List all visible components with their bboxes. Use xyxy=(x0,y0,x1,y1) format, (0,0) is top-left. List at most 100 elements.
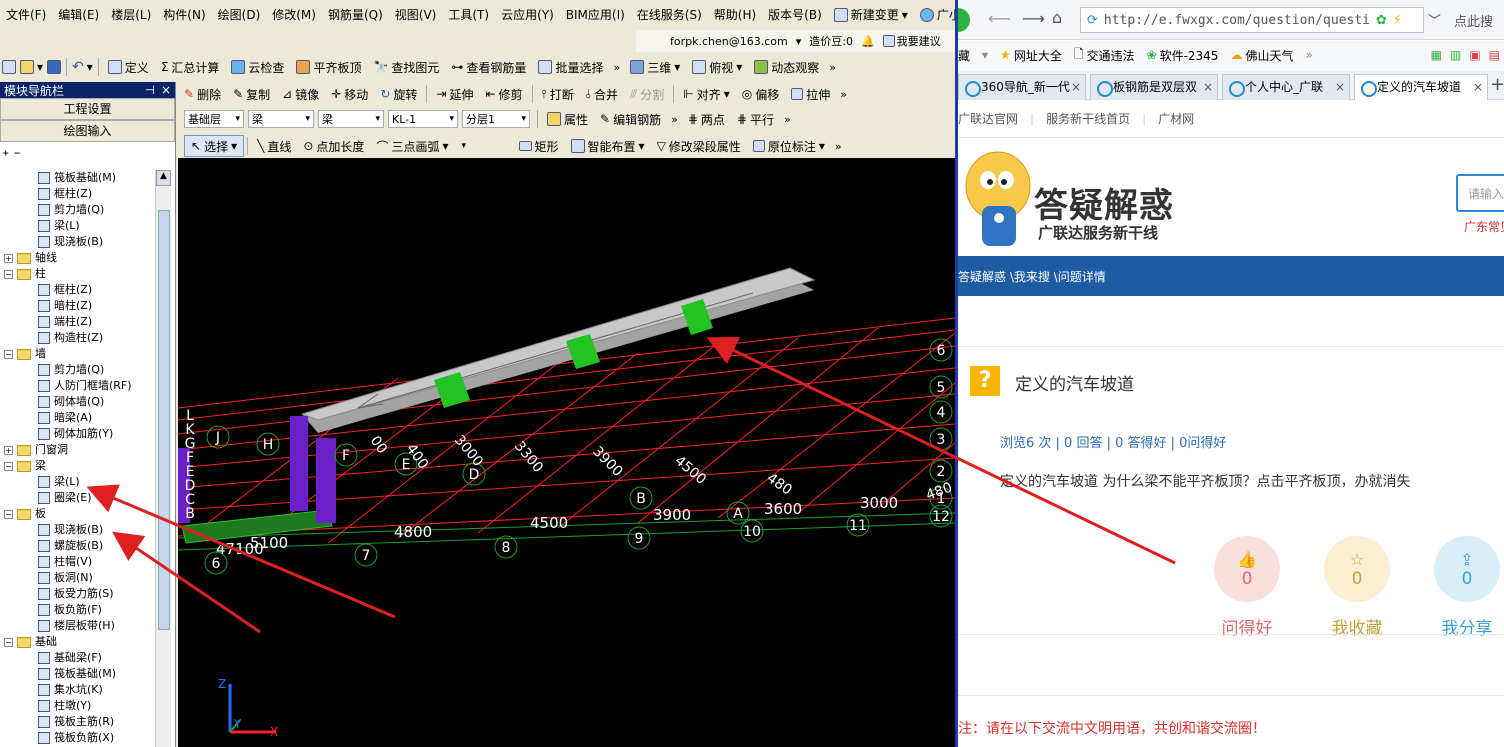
parallel-button[interactable]: ⋕ 平行 xyxy=(731,108,780,130)
in-situ-annotation-button[interactable]: 原位标注 ▾ xyxy=(747,135,831,157)
tree-item[interactable]: 基础梁(F) xyxy=(0,650,155,666)
search-shortcut[interactable]: 点此搜 xyxy=(1454,11,1493,30)
collapse-all-icon[interactable]: ⁻ xyxy=(13,148,20,164)
tab-personal-center[interactable]: 个人中心_广联 × xyxy=(1222,74,1350,100)
tree-item[interactable]: 板负筋(F) xyxy=(0,602,155,618)
open-file-button[interactable]: ▾ xyxy=(18,56,45,78)
floor-select[interactable]: 基础层 xyxy=(184,110,244,128)
breadcrumb[interactable]: 答疑解惑 \我来搜 \问题详情 xyxy=(958,268,1106,285)
menu-rebar[interactable]: 钢筋量(Q) xyxy=(322,5,389,25)
tree-item[interactable]: 板受力筋(S) xyxy=(0,586,155,602)
tab-current-question[interactable]: 定义的汽车坡道 × xyxy=(1354,74,1488,100)
tree-item[interactable]: 现浇板(B) xyxy=(0,522,155,538)
menu-member[interactable]: 构件(N) xyxy=(157,5,211,25)
account-email[interactable]: forpk.chen@163.com xyxy=(670,35,788,48)
share-button[interactable]: ⇪ 0 我分享 xyxy=(1434,536,1500,639)
url-refresh-icon[interactable]: ⟳ xyxy=(1087,13,1098,28)
new-tab-icon[interactable]: + xyxy=(1490,74,1504,95)
collapse-icon[interactable]: − xyxy=(4,637,13,647)
tree-item[interactable]: 框柱(Z) xyxy=(0,282,155,298)
batch-select-button[interactable]: 批量选择 xyxy=(532,56,609,78)
toolbar-overflow-chevron[interactable]: » xyxy=(836,88,851,101)
tree-item[interactable]: 梁(L) xyxy=(0,474,155,490)
toolbar-overflow-chevron[interactable]: » xyxy=(609,61,624,74)
tree-item[interactable]: 构造柱(Z) xyxy=(0,330,155,346)
category-select[interactable]: 梁 xyxy=(248,110,314,128)
site-search-input[interactable]: 请输入关 xyxy=(1456,174,1504,212)
tv-icon[interactable]: ▣ xyxy=(1469,48,1480,62)
adblock-icon[interactable]: ▤ xyxy=(1489,48,1500,62)
tree-folder[interactable]: + 轴线 xyxy=(0,250,155,266)
smart-layout-button[interactable]: 智能布置 ▾ xyxy=(565,135,651,157)
toolbar-overflow-chevron[interactable]: » xyxy=(667,113,682,126)
tree-item[interactable]: 梁(L) xyxy=(0,218,155,234)
menu-guangxiaoer[interactable]: 广小二 xyxy=(914,5,955,25)
properties-button[interactable]: 属性 xyxy=(541,108,594,130)
tree-item[interactable]: 框柱(Z) xyxy=(0,186,155,202)
summary-calc-button[interactable]: Σ 汇总计算 xyxy=(155,56,226,78)
tree-item[interactable]: 柱墩(Y) xyxy=(0,698,155,714)
favorite-button[interactable]: ☆ 0 我收藏 xyxy=(1324,536,1390,639)
dropdown-arrow-icon[interactable]: ▾ xyxy=(796,35,802,48)
url-dropdown-icon[interactable]: ﹀ xyxy=(1428,10,1441,29)
new-file-button[interactable] xyxy=(0,56,18,78)
suggest-link[interactable]: 我要建议 xyxy=(882,33,941,49)
tree-item[interactable]: 暗柱(Z) xyxy=(0,298,155,314)
point-length-button[interactable]: ⊙ 点加长度 xyxy=(297,135,370,157)
scroll-up-icon[interactable]: ▲ xyxy=(156,170,171,186)
collapse-icon[interactable]: − xyxy=(4,509,13,519)
dynamic-observe-button[interactable]: 动态观察 xyxy=(748,56,825,78)
bell-icon[interactable]: 🔔 xyxy=(861,35,875,48)
tree-item[interactable]: 筏板基础(M) xyxy=(0,170,155,186)
menu-help[interactable]: 帮助(H) xyxy=(708,5,762,25)
menu-version[interactable]: 版本号(B) xyxy=(762,5,828,25)
bookmark-weather[interactable]: ☁ 佛山天气 xyxy=(1230,47,1293,64)
bookmark-software[interactable]: ❀ 软件-2345 xyxy=(1147,47,1219,64)
break-button[interactable]: ⫯ 打断 xyxy=(536,83,580,105)
close-icon[interactable]: × xyxy=(161,83,171,97)
tree-item[interactable]: 端柱(Z) xyxy=(0,314,155,330)
align-button[interactable]: ⊩ 对齐 ▾ xyxy=(677,83,736,105)
dropdown-arrow-icon[interactable]: ▾ xyxy=(982,48,988,62)
tree-folder[interactable]: − 基础 xyxy=(0,634,155,650)
home-icon[interactable]: ⌂ xyxy=(1052,8,1062,27)
line-button[interactable]: ╲ 直线 xyxy=(251,135,297,157)
toolbar-overflow-chevron[interactable]: » xyxy=(780,113,795,126)
security-icon[interactable]: ✿ xyxy=(1376,13,1387,28)
scroll-thumb[interactable] xyxy=(158,210,170,630)
layer-select[interactable]: 分层1 xyxy=(462,110,530,128)
flush-slab-top-button[interactable]: 平齐板顶 xyxy=(290,56,367,78)
tree-folder[interactable]: − 墙 xyxy=(0,346,155,362)
tree-item[interactable]: 筏板主筋(R) xyxy=(0,714,155,730)
tree-item[interactable]: 暗梁(A) xyxy=(0,410,155,426)
menu-bim[interactable]: BIM应用(I) xyxy=(560,5,631,25)
back-icon[interactable]: ⟵ xyxy=(988,9,1011,28)
rectangle-button[interactable]: 矩形 xyxy=(513,135,565,157)
menu-view[interactable]: 视图(V) xyxy=(389,5,443,25)
mirror-button[interactable]: ⊿ 镜像 xyxy=(276,83,325,105)
tree-item[interactable]: 楼层板带(H) xyxy=(0,618,155,634)
tree-item[interactable]: 集水坑(K) xyxy=(0,682,155,698)
tree-item[interactable]: 剪力墙(Q) xyxy=(0,362,155,378)
menu-draw[interactable]: 绘图(D) xyxy=(212,5,267,25)
view-rebar-button[interactable]: ⊶ 查看钢筋量 xyxy=(445,56,532,78)
menu-file[interactable]: 文件(F) xyxy=(0,5,52,25)
collapse-icon[interactable]: − xyxy=(4,461,13,471)
tab-close-icon[interactable]: × xyxy=(1203,75,1213,99)
tree-item[interactable]: 砌体墙(Q) xyxy=(0,394,155,410)
expand-all-icon[interactable]: ⁺ xyxy=(2,148,9,164)
3d-model-canvas[interactable]: 5100 4800 4500 3900 3600 3000 47100 400 … xyxy=(178,158,955,747)
type-select[interactable]: 梁 xyxy=(318,110,384,128)
menu-modify[interactable]: 修改(M) xyxy=(266,5,322,25)
tree-item[interactable]: 剪力墙(Q) xyxy=(0,202,155,218)
expand-icon[interactable]: + xyxy=(4,445,13,455)
member-select[interactable]: KL-1 xyxy=(388,110,458,128)
forward-icon[interactable]: ⟶ xyxy=(1022,9,1045,28)
merge-button[interactable]: ⫰ 合并 xyxy=(580,83,624,105)
menu-new-change[interactable]: 新建变更 ▾ xyxy=(828,5,914,25)
tree-item[interactable]: 圈梁(E) xyxy=(0,490,155,506)
search-hint[interactable]: 广东常见 xyxy=(1464,218,1504,235)
drawing-input-button[interactable]: 绘图输入 xyxy=(0,120,175,142)
menu-floor[interactable]: 楼层(L) xyxy=(105,5,157,25)
rotate-button[interactable]: ↻ 旋转 xyxy=(374,83,423,105)
